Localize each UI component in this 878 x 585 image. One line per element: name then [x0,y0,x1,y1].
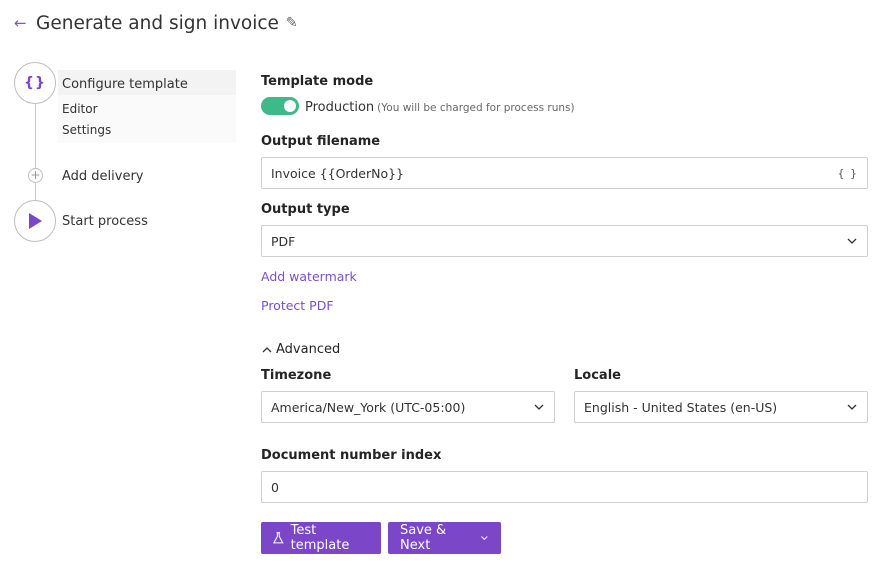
step-start-process[interactable]: Start process [62,214,148,229]
timezone-label: Timezone [261,368,332,383]
chevron-down-icon [847,238,857,244]
output-filename-input[interactable]: Invoice {{OrderNo}} { } [261,157,868,189]
chevron-up-icon [262,346,272,352]
chevron-down-icon[interactable] [480,533,489,543]
step-configure-template[interactable]: Configure template [62,77,188,92]
page-title: Generate and sign invoice [36,12,279,34]
document-number-index-label: Document number index [261,448,442,463]
advanced-toggle[interactable]: Advanced [261,342,340,357]
template-mode-toggle[interactable] [261,97,299,115]
curly-braces-icon[interactable]: { } [838,167,859,180]
locale-select[interactable]: English - United States (en-US) [574,391,868,423]
output-filename-value: Invoice {{OrderNo}} [271,165,404,181]
output-filename-label: Output filename [261,134,381,149]
flask-icon [273,532,284,544]
document-number-index-value: 0 [271,479,279,495]
template-mode-hint: (You will be charged for process runs) [377,102,575,114]
page-header: ← Generate and sign invoice ✎ [14,10,298,36]
save-next-label: Save & Next [400,523,447,553]
save-next-button[interactable]: Save & Next [388,522,501,554]
output-type-value: PDF [271,233,296,249]
add-watermark-link[interactable]: Add watermark [261,269,357,284]
output-type-label: Output type [261,202,350,217]
template-mode-value: Production (You will be charged for proce… [305,100,575,115]
substep-settings[interactable]: Settings [62,123,111,137]
toggle-knob [284,100,296,112]
step-configure-template-circle[interactable]: {} [14,62,56,104]
advanced-label: Advanced [276,342,341,357]
timezone-value: America/New_York (UTC-05:00) [271,399,466,415]
step-start-process-circle[interactable] [14,200,56,242]
timezone-select[interactable]: America/New_York (UTC-05:00) [261,391,555,423]
output-type-select[interactable]: PDF [261,225,868,257]
pencil-icon[interactable]: ✎ [286,15,298,31]
chevron-down-icon [847,404,857,410]
stepper-connector [35,104,36,200]
locale-value: English - United States (en-US) [584,399,778,415]
curly-braces-icon: {} [24,75,46,91]
template-mode-label: Template mode [261,74,374,89]
substep-editor[interactable]: Editor [62,102,98,116]
chevron-down-icon [534,404,544,410]
test-template-label: Test template [290,523,350,553]
test-template-button[interactable]: Test template [261,522,381,554]
step-add-delivery[interactable]: Add delivery [62,169,144,184]
protect-pdf-link[interactable]: Protect PDF [261,298,334,313]
document-number-index-input[interactable]: 0 [261,471,868,503]
template-mode-production: Production [305,100,375,115]
play-icon [29,213,42,229]
locale-label: Locale [574,368,621,383]
arrow-left-icon[interactable]: ← [14,14,30,32]
plus-icon[interactable]: + [28,168,43,183]
